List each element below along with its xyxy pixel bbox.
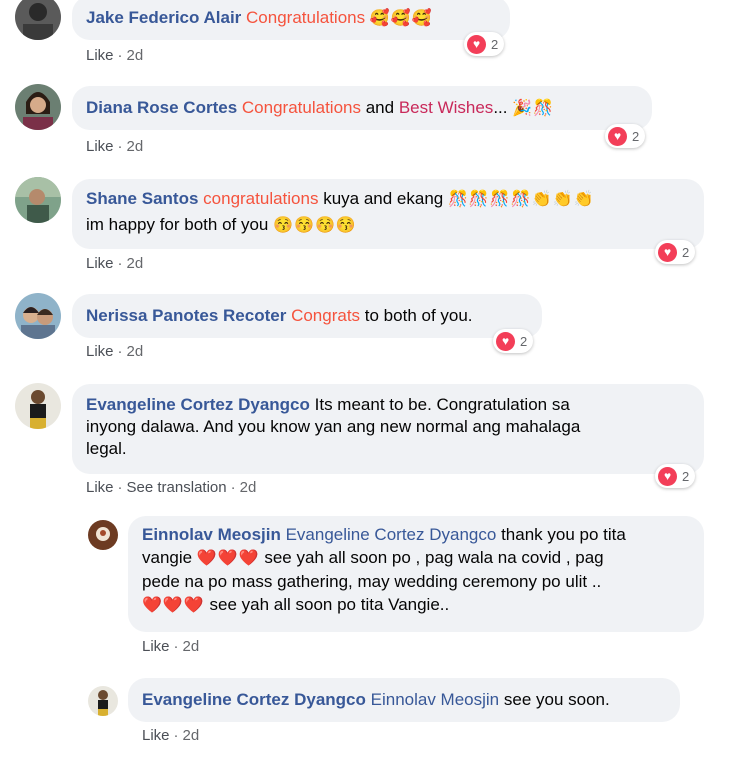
reply-bubble: Evangeline Cortez Dyangco Einnolav Meosj… [128, 678, 680, 722]
emoji: 🎉🎊 [512, 100, 555, 117]
avatar[interactable] [15, 177, 61, 223]
see-translation-link[interactable]: See translation [127, 479, 227, 496]
comment-author[interactable]: Evangeline Cortez Dyangco [142, 690, 366, 709]
highlighted-word: congratulations [203, 189, 319, 208]
heart-reaction-icon: ♥ [608, 126, 627, 146]
avatar[interactable] [15, 293, 61, 339]
like-button[interactable]: Like [86, 255, 114, 272]
timestamp[interactable]: 2d [183, 638, 200, 655]
highlighted-word: Congrats [291, 306, 361, 325]
comment-bubble: Nerissa Panotes Recoter Congrats to both… [72, 294, 542, 338]
highlighted-word: Congratulations [241, 98, 361, 117]
like-button[interactable]: Like [86, 343, 114, 360]
avatar[interactable] [88, 520, 118, 550]
timestamp[interactable]: 2d [127, 138, 144, 155]
comment-author[interactable]: Jake Federico Alair [86, 8, 241, 27]
comment-author[interactable]: Diana Rose Cortes [86, 98, 237, 117]
comment-actions: Like · 2d [86, 343, 144, 360]
mention-link[interactable]: Evangeline Cortez Dyangco [286, 525, 497, 544]
comment-actions: Like · 2d [142, 727, 200, 744]
avatar[interactable] [15, 84, 61, 130]
comment-actions: Like · 2d [86, 138, 144, 155]
emoji: ❤️❤️❤️ [196, 550, 260, 567]
reaction-count[interactable]: ♥ 2 [655, 464, 696, 488]
avatar[interactable] [15, 383, 61, 429]
comment-author[interactable]: Nerissa Panotes Recoter [86, 306, 286, 325]
comment-bubble: Shane Santos congratulations kuya and ek… [72, 179, 704, 249]
comment-actions: Like · 2d [86, 255, 144, 272]
emoji: 🎊🎊🎊🎊👏👏👏 [447, 191, 595, 208]
like-button[interactable]: Like [142, 638, 170, 655]
comment-bubble: Evangeline Cortez Dyangco Its meant to b… [72, 384, 704, 474]
like-button[interactable]: Like [86, 479, 114, 496]
timestamp[interactable]: 2d [127, 255, 144, 272]
reaction-count[interactable]: ♥ 2 [655, 240, 696, 264]
reply-bubble: Einnolav Meosjin Evangeline Cortez Dyang… [128, 516, 704, 632]
heart-reaction-icon: ♥ [467, 34, 486, 54]
timestamp[interactable]: 2d [240, 479, 257, 496]
comment-bubble: Diana Rose Cortes Congratulations and Be… [72, 86, 652, 130]
highlighted-word: Congratulations [246, 8, 366, 27]
reaction-count[interactable]: ♥ 2 [605, 124, 646, 148]
timestamp[interactable]: 2d [127, 343, 144, 360]
highlighted-word: Best Wishes [398, 98, 494, 117]
comment-actions: Like · 2d [86, 47, 144, 64]
reaction-count[interactable]: ♥ 2 [493, 329, 534, 353]
heart-reaction-icon: ♥ [658, 466, 677, 486]
comment-author[interactable]: Einnolav Meosjin [142, 525, 281, 544]
mention-link[interactable]: Einnolav Meosjin [371, 690, 500, 709]
heart-reaction-icon: ♥ [496, 331, 515, 351]
comment-actions: Like · 2d [142, 638, 200, 655]
comment-author[interactable]: Shane Santos [86, 189, 198, 208]
like-button[interactable]: Like [86, 138, 114, 155]
reaction-count[interactable]: ♥ 2 [464, 32, 505, 56]
timestamp[interactable]: 2d [127, 47, 144, 64]
comment-actions: Like · See translation · 2d [86, 479, 257, 496]
comment-author[interactable]: Evangeline Cortez Dyangco [86, 395, 310, 414]
heart-reaction-icon: ♥ [658, 242, 677, 262]
avatar[interactable] [88, 686, 118, 716]
emoji: 😚😚😚😚 [273, 217, 357, 234]
emoji: ❤️❤️❤️ [142, 597, 205, 614]
avatar[interactable] [15, 0, 61, 40]
emoji: 🥰🥰🥰 [369, 10, 433, 27]
like-button[interactable]: Like [86, 47, 114, 64]
timestamp[interactable]: 2d [183, 727, 200, 744]
like-button[interactable]: Like [142, 727, 170, 744]
comment-bubble: Jake Federico Alair Congratulations 🥰🥰🥰 [72, 0, 510, 40]
